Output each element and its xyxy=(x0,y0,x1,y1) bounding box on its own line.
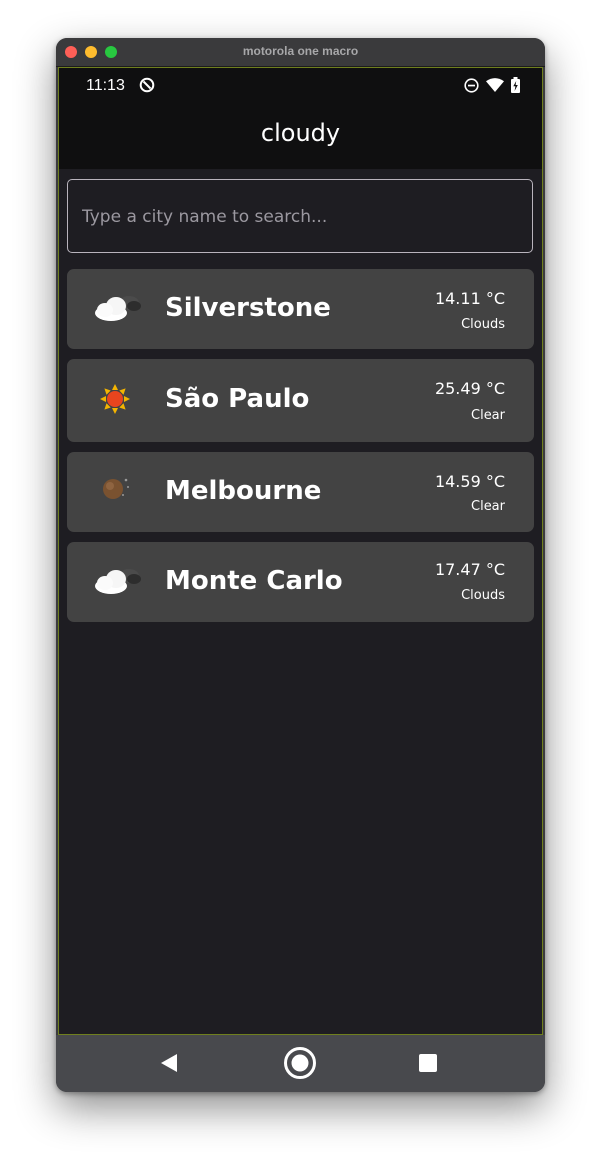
city-condition: Clear xyxy=(471,408,505,423)
status-time: 11:13 xyxy=(86,77,125,94)
cloud-icon xyxy=(95,569,141,594)
home-button[interactable] xyxy=(280,1045,320,1081)
app-header: 11:13 cloudy xyxy=(59,68,542,169)
window-titlebar: motorola one macro xyxy=(56,38,545,67)
status-icons xyxy=(464,77,520,93)
emulator-window: motorola one macro 11:13 cloudy Type a c… xyxy=(56,38,545,1092)
app-title: cloudy xyxy=(260,119,341,147)
data-saver-icon xyxy=(139,77,155,93)
city-temperature: 17.47 °C xyxy=(434,560,505,579)
cloud-icon xyxy=(95,296,141,321)
do-not-disturb-icon xyxy=(464,77,479,93)
wifi-icon xyxy=(486,78,504,92)
city-search-input[interactable] xyxy=(80,180,524,253)
city-name: Monte Carlo xyxy=(165,566,343,596)
recents-button[interactable] xyxy=(408,1045,448,1081)
city-card-silverstone[interactable]: Silverstone 14.11 °C Clouds xyxy=(67,269,534,349)
home-icon xyxy=(284,1047,316,1079)
back-icon xyxy=(161,1054,177,1072)
city-card-melbourne[interactable]: Melbourne 14.59 °C Clear xyxy=(67,452,534,532)
city-temperature: 14.59 °C xyxy=(434,472,505,491)
recents-icon xyxy=(419,1054,437,1072)
window-title: motorola one macro xyxy=(242,44,359,58)
back-button[interactable] xyxy=(149,1045,189,1081)
battery-charging-icon xyxy=(511,77,520,93)
city-temperature: 25.49 °C xyxy=(434,379,505,398)
sun-icon xyxy=(100,384,130,414)
city-temperature: 14.11 °C xyxy=(434,289,505,308)
android-nav-bar xyxy=(56,1035,545,1092)
city-name: Melbourne xyxy=(165,476,322,506)
city-name: São Paulo xyxy=(165,384,310,414)
city-condition: Clouds xyxy=(461,317,505,332)
city-name: Silverstone xyxy=(165,293,331,323)
device-screen: 11:13 cloudy Type a city name to search.… xyxy=(58,67,543,1035)
city-card-monte-carlo[interactable]: Monte Carlo 17.47 °C Clouds xyxy=(67,542,534,622)
city-condition: Clear xyxy=(471,499,505,514)
search-box xyxy=(67,179,533,253)
moon-icon xyxy=(103,478,129,499)
city-card-sao-paulo[interactable]: São Paulo 25.49 °C Clear xyxy=(67,359,534,442)
city-condition: Clouds xyxy=(461,588,505,603)
